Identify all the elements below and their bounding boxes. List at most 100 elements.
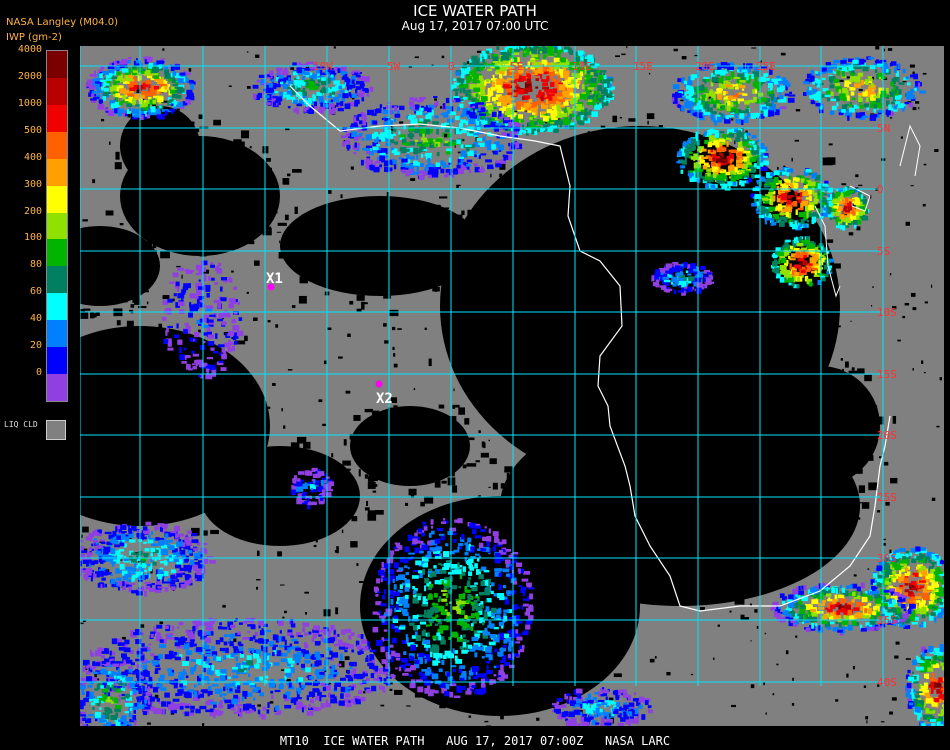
clear-sky-speck xyxy=(912,307,917,311)
clear-sky-speck xyxy=(80,347,85,351)
ice-cloud-pixel xyxy=(104,108,109,112)
ice-cloud-pixel xyxy=(592,100,599,103)
clear-sky-speck xyxy=(252,477,256,481)
ice-cloud-pixel xyxy=(426,107,432,113)
clear-sky-speck xyxy=(453,388,455,392)
clear-sky-speck xyxy=(94,674,97,678)
ice-cloud-pixel xyxy=(835,211,840,217)
clear-sky-speck xyxy=(444,207,450,210)
clear-sky-speck xyxy=(327,467,332,473)
ice-cloud-pixel xyxy=(547,50,555,56)
ice-cloud-pixel xyxy=(779,212,787,216)
ice-cloud-pixel xyxy=(852,219,858,225)
ice-cloud-pixel xyxy=(889,62,893,67)
ice-cloud-pixel xyxy=(760,143,765,149)
ice-cloud-pixel xyxy=(493,106,497,109)
ice-cloud-pixel xyxy=(538,64,543,70)
ice-cloud-pixel xyxy=(773,170,780,176)
clear-sky-speck xyxy=(690,673,694,676)
ice-cloud-pixel xyxy=(409,156,415,160)
ice-cloud-pixel xyxy=(592,84,597,88)
ice-cloud-pixel xyxy=(466,110,471,115)
ice-cloud-pixel xyxy=(852,59,859,64)
ice-cloud-pixel xyxy=(546,75,550,82)
clear-sky-speck xyxy=(341,529,344,534)
ice-cloud-pixel xyxy=(712,166,719,171)
clear-sky-speck xyxy=(492,365,497,367)
ice-cloud-pixel xyxy=(425,128,430,134)
ice-cloud-pixel xyxy=(440,168,445,174)
ice-cloud-pixel xyxy=(351,79,355,84)
ice-cloud-pixel xyxy=(460,96,464,99)
ice-cloud-pixel xyxy=(591,111,598,117)
ice-cloud-pixel xyxy=(765,102,770,106)
ice-cloud-pixel xyxy=(862,66,869,72)
ice-cloud-pixel xyxy=(470,103,473,108)
clear-sky-speck xyxy=(410,421,413,424)
ice-cloud-pixel xyxy=(723,90,726,96)
clear-sky-speck xyxy=(648,212,650,215)
ice-cloud-pixel xyxy=(188,95,195,101)
ice-cloud-pixel xyxy=(726,141,729,147)
clear-sky-speck xyxy=(709,409,713,413)
ice-cloud-pixel xyxy=(379,104,383,109)
ice-cloud-pixel xyxy=(743,150,751,154)
clear-sky-speck xyxy=(680,424,686,430)
clear-sky-speck xyxy=(110,329,113,332)
ice-cloud-pixel xyxy=(833,59,840,64)
ice-cloud-pixel xyxy=(156,78,164,84)
ice-cloud-pixel xyxy=(704,104,710,109)
clear-sky-speck xyxy=(467,516,477,521)
ice-cloud-pixel xyxy=(690,74,695,81)
clear-sky-speck xyxy=(792,677,794,681)
clear-sky-speck xyxy=(767,258,773,261)
ice-cloud-pixel xyxy=(566,107,570,110)
clear-sky-speck xyxy=(626,46,628,49)
clear-sky-speck xyxy=(777,399,779,404)
ice-cloud-pixel xyxy=(287,80,294,84)
clear-sky-speck xyxy=(596,212,599,214)
clear-sky-speck xyxy=(616,480,618,484)
clear-sky-speck xyxy=(457,151,461,154)
clear-sky-speck xyxy=(560,633,563,635)
ice-cloud-pixel xyxy=(700,94,706,97)
clear-sky-speck xyxy=(924,301,928,304)
clear-sky-speck xyxy=(472,707,476,709)
ice-cloud-pixel xyxy=(713,104,717,108)
clear-sky-speck xyxy=(181,465,183,467)
ice-cloud-pixel xyxy=(507,92,510,95)
clear-sky-speck xyxy=(808,498,816,504)
clear-sky-speck xyxy=(239,446,245,454)
ice-cloud-pixel xyxy=(288,77,291,80)
clear-sky-speck xyxy=(290,67,295,70)
clear-sky-speck xyxy=(372,490,377,493)
clear-sky-speck xyxy=(453,622,457,626)
ice-cloud-pixel xyxy=(309,85,316,91)
ice-cloud-pixel xyxy=(434,115,439,119)
clear-sky-speck xyxy=(753,315,759,319)
ice-cloud-pixel xyxy=(838,187,844,192)
clear-sky-speck xyxy=(732,473,735,478)
ice-cloud-pixel xyxy=(551,73,554,80)
ice-cloud-pixel xyxy=(157,60,165,64)
clear-sky-speck xyxy=(521,712,525,714)
clear-sky-speck xyxy=(265,157,271,162)
clear-sky-speck xyxy=(861,502,870,509)
ice-cloud-pixel xyxy=(886,69,889,73)
colorbar-segment xyxy=(47,104,67,133)
clear-sky-speck xyxy=(741,295,746,298)
ice-cloud-pixel xyxy=(744,72,748,78)
ice-cloud-pixel xyxy=(419,128,427,134)
ice-cloud-pixel xyxy=(763,110,768,116)
ice-cloud-pixel xyxy=(563,90,570,97)
ice-cloud-pixel xyxy=(906,82,911,86)
clear-sky-speck xyxy=(639,585,646,589)
ice-cloud-pixel xyxy=(708,141,713,147)
clear-sky-speck xyxy=(664,393,667,395)
ice-cloud-pixel xyxy=(780,183,786,187)
clear-sky-speck xyxy=(393,252,395,255)
clear-sky-speck xyxy=(122,294,128,303)
ice-cloud-pixel xyxy=(603,74,607,80)
ice-cloud-pixel xyxy=(171,103,174,106)
ice-cloud-pixel xyxy=(786,168,793,173)
